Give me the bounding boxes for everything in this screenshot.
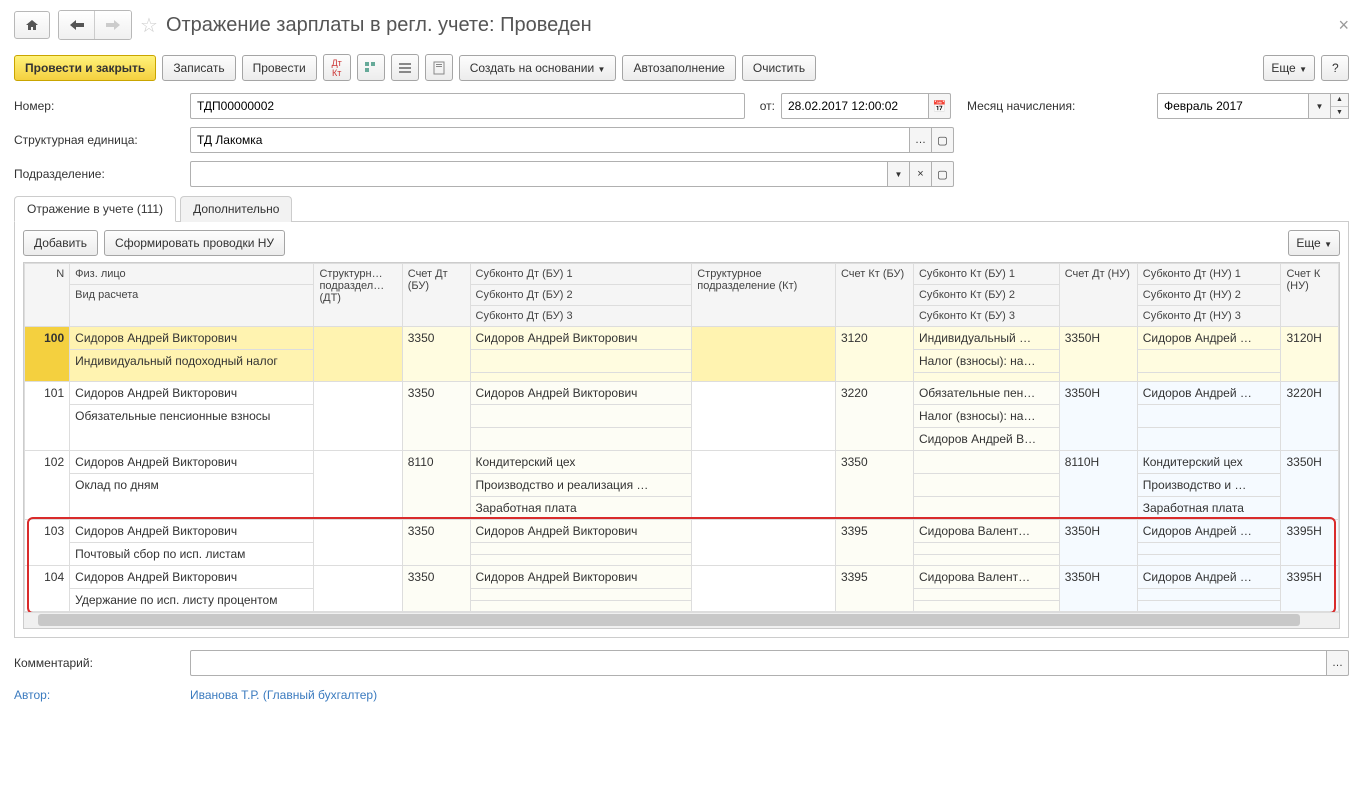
dept-dropdown-icon[interactable]: ▼ (888, 161, 910, 187)
comment-group: … (190, 650, 1349, 676)
sub-toolbar: Добавить Сформировать проводки НУ Еще ▼ (23, 230, 1340, 256)
col-sub-dt1[interactable]: Субконто Дт (БУ) 1 (470, 264, 692, 285)
unit-open-icon[interactable]: ▢ (932, 127, 954, 153)
col-sub-kt2[interactable]: Субконто Кт (БУ) 2 (913, 285, 1059, 306)
tabs: Отражение в учете (111) Дополнительно (14, 195, 1349, 222)
page-title: Отражение зарплаты в регл. учете: Провед… (166, 14, 592, 37)
table-row[interactable]: 103Сидоров Андрей Викторович3350Сидоров … (25, 520, 1339, 543)
unit-label: Структурная единица: (14, 133, 184, 147)
clear-button[interactable]: Очистить (742, 55, 816, 81)
col-kt-bu[interactable]: Счет Кт (БУ) (835, 264, 913, 327)
dept-group: ▼ × ▢ (190, 161, 954, 187)
table-row[interactable]: Индивидуальный подоходный налогНалог (вз… (25, 350, 1339, 373)
number-input[interactable] (190, 93, 745, 119)
nav-group (58, 10, 132, 40)
col-sub-dtnu3[interactable]: Субконто Дт (НУ) 3 (1137, 306, 1281, 327)
col-sub-dt3[interactable]: Субконто Дт (БУ) 3 (470, 306, 692, 327)
comment-select-icon[interactable]: … (1327, 650, 1349, 676)
month-input[interactable] (1157, 93, 1309, 119)
col-dt-nu[interactable]: Счет Дт (НУ) (1059, 264, 1137, 327)
close-icon[interactable]: × (1338, 15, 1349, 36)
col-calc[interactable]: Вид расчета (70, 285, 314, 327)
back-button[interactable] (59, 11, 95, 39)
col-sub-kt3[interactable]: Субконто Кт (БУ) 3 (913, 306, 1059, 327)
col-kt-nu[interactable]: Счет К (НУ) (1281, 264, 1339, 327)
row-dept: Подразделение: ▼ × ▢ (14, 161, 1349, 187)
unit-group: … ▢ (190, 127, 954, 153)
month-dropdown-icon[interactable]: ▼ (1309, 93, 1331, 119)
col-struct-dt[interactable]: Структурн… подраздел… (ДТ) (314, 264, 402, 327)
tab-additional[interactable]: Дополнительно (180, 196, 292, 222)
more-button[interactable]: Еще ▼ (1263, 55, 1315, 81)
table-row[interactable]: 102Сидоров Андрей Викторович8110Кондитер… (25, 451, 1339, 474)
list-icon-button[interactable] (391, 54, 419, 81)
row-unit: Структурная единица: … ▢ (14, 127, 1349, 153)
home-button[interactable] (14, 11, 50, 39)
col-sub-dtnu1[interactable]: Субконто Дт (НУ) 1 (1137, 264, 1281, 285)
author-link[interactable]: Иванова Т.Р. (Главный бухгалтер) (190, 688, 377, 702)
add-button[interactable]: Добавить (23, 230, 98, 256)
table-row[interactable]: Удержание по исп. листу процентом (25, 589, 1339, 601)
header-bar: ☆ Отражение зарплаты в регл. учете: Пров… (14, 10, 1349, 40)
grid-more-button[interactable]: Еще ▼ (1288, 230, 1340, 256)
table-row[interactable]: Оклад по днямПроизводство и реализация …… (25, 474, 1339, 497)
forward-button[interactable] (95, 11, 131, 39)
dept-open-icon[interactable]: ▢ (932, 161, 954, 187)
post-button[interactable]: Провести (242, 55, 317, 81)
dept-clear-icon[interactable]: × (910, 161, 932, 187)
date-group: 📅 (781, 93, 951, 119)
post-and-close-button[interactable]: Провести и закрыть (14, 55, 156, 81)
h-scrollbar[interactable] (24, 612, 1339, 628)
autofill-button[interactable]: Автозаполнение (622, 55, 735, 81)
month-label: Месяц начисления: (967, 99, 1075, 113)
number-label: Номер: (14, 99, 184, 113)
col-sub-kt1[interactable]: Субконто Кт (БУ) 1 (913, 264, 1059, 285)
table-row[interactable]: Обязательные пенсионные взносыНалог (взн… (25, 405, 1339, 428)
col-sub-dtnu2[interactable]: Субконто Дт (НУ) 2 (1137, 285, 1281, 306)
month-spinner[interactable]: ▲▼ (1331, 93, 1349, 119)
save-button[interactable]: Записать (162, 55, 235, 81)
row-comment: Комментарий: … (14, 650, 1349, 676)
table-row[interactable]: 104Сидоров Андрей Викторович3350Сидоров … (25, 566, 1339, 589)
table-row[interactable]: 100Сидоров Андрей Викторович3350Сидоров … (25, 327, 1339, 350)
row-number: Номер: от: 📅 Месяц начисления: ▼ ▲▼ (14, 93, 1349, 119)
author-label[interactable]: Автор: (14, 688, 184, 702)
dtk-icon-button[interactable]: ДтКт (323, 54, 351, 81)
unit-input[interactable] (190, 127, 910, 153)
form-nu-button[interactable]: Сформировать проводки НУ (104, 230, 285, 256)
from-label: от: (751, 99, 775, 113)
col-n[interactable]: N (25, 264, 70, 327)
dept-input[interactable] (190, 161, 888, 187)
calendar-icon[interactable]: 📅 (929, 93, 951, 119)
grid[interactable]: N Физ. лицо Структурн… подраздел… (ДТ) С… (23, 262, 1340, 629)
create-based-button[interactable]: Создать на основании ▼ (459, 55, 617, 81)
row-author: Автор: Иванова Т.Р. (Главный бухгалтер) (14, 688, 1349, 702)
tab-content: Добавить Сформировать проводки НУ Еще ▼ … (14, 222, 1349, 638)
favorite-icon[interactable]: ☆ (140, 13, 158, 38)
col-sub-dt2[interactable]: Субконто Дт (БУ) 2 (470, 285, 692, 306)
tab-reflection[interactable]: Отражение в учете (111) (14, 196, 176, 222)
structure-icon-button[interactable] (357, 54, 385, 81)
col-phys[interactable]: Физ. лицо (70, 264, 314, 285)
comment-label: Комментарий: (14, 656, 184, 670)
col-struct-kt[interactable]: Структурное подразделение (Кт) (692, 264, 836, 327)
help-button[interactable]: ? (1321, 55, 1349, 81)
doc-icon-button[interactable] (425, 54, 453, 81)
table-row[interactable]: Почтовый сбор по исп. листам (25, 543, 1339, 555)
date-input[interactable] (781, 93, 929, 119)
month-group: ▼ ▲▼ (1157, 93, 1349, 119)
table-row[interactable]: 101Сидоров Андрей Викторович3350Сидоров … (25, 382, 1339, 405)
col-dt-bu[interactable]: Счет Дт (БУ) (402, 264, 470, 327)
unit-select-icon[interactable]: … (910, 127, 932, 153)
comment-input[interactable] (190, 650, 1327, 676)
main-toolbar: Провести и закрыть Записать Провести ДтК… (14, 54, 1349, 81)
dept-label: Подразделение: (14, 167, 184, 181)
